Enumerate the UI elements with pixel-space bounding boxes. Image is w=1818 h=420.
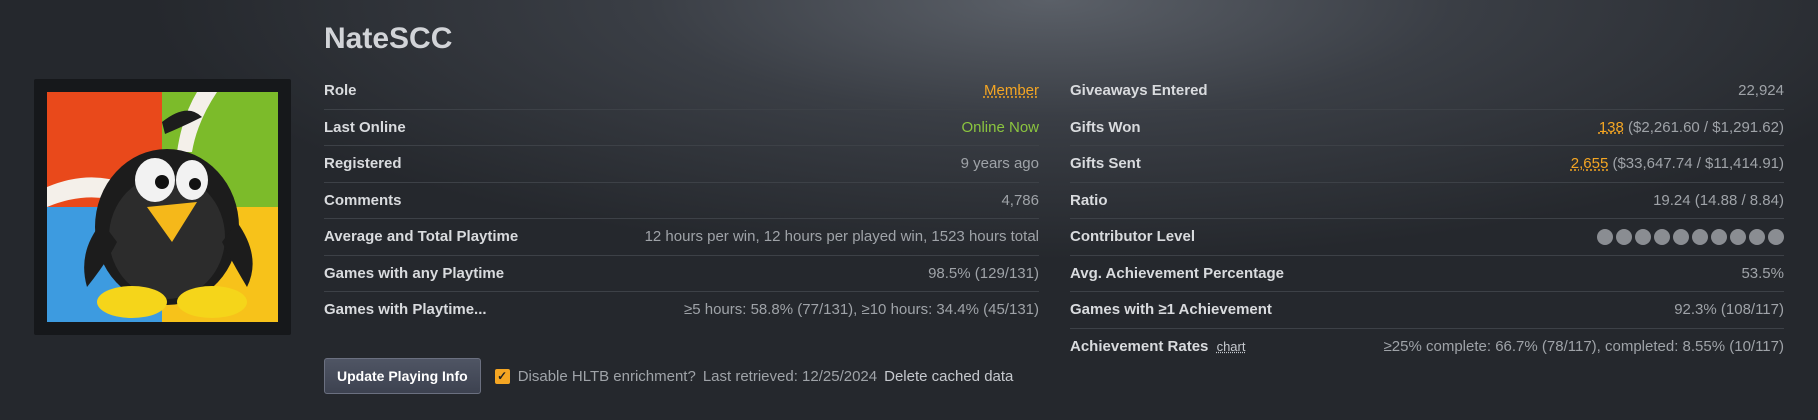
level-dot-icon bbox=[1597, 228, 1613, 245]
update-playing-info-button[interactable]: Update Playing Info bbox=[324, 358, 481, 394]
stat-label: Gifts Sent bbox=[1070, 155, 1141, 173]
stat-row-registered: Registered 9 years ago bbox=[324, 146, 1039, 183]
level-dot-icon bbox=[1749, 228, 1765, 245]
gifts-won-link[interactable]: 138 bbox=[1599, 119, 1624, 136]
stat-value: 9 years ago bbox=[960, 155, 1039, 173]
stat-row-contributor-level: Contributor Level bbox=[1070, 219, 1784, 256]
stat-row-games-with-achievement: Games with ≥1 Achievement 92.3% (108/117… bbox=[1070, 292, 1784, 329]
stat-label: Giveaways Entered bbox=[1070, 82, 1208, 100]
stat-label: Games with ≥1 Achievement bbox=[1070, 301, 1272, 319]
stat-row-comments: Comments 4,786 bbox=[324, 183, 1039, 219]
stat-label-wrap: Achievement Rates chart bbox=[1070, 338, 1245, 355]
stat-value: ≥5 hours: 58.8% (77/131), ≥10 hours: 34.… bbox=[683, 301, 1039, 319]
footer-controls: Update Playing Info ✓ Disable HLTB enric… bbox=[324, 358, 1013, 394]
stat-label: Role bbox=[324, 82, 357, 100]
stat-label: Contributor Level bbox=[1070, 228, 1196, 246]
level-dot-icon bbox=[1654, 228, 1670, 245]
delete-cached-data-link[interactable]: Delete cached data bbox=[884, 368, 1013, 385]
level-dot-icon bbox=[1635, 228, 1651, 245]
stat-row-gifts-won: Gifts Won 138 ($2,261.60 / $1,291.62) bbox=[1070, 110, 1784, 146]
stat-label: Last Online bbox=[324, 118, 406, 136]
stat-row-gifts-sent: Gifts Sent 2,655 ($33,647.74 / $11,414.9… bbox=[1070, 146, 1784, 183]
avatar-frame bbox=[34, 79, 291, 335]
stat-label: Gifts Won bbox=[1070, 118, 1141, 136]
stat-label: Ratio bbox=[1070, 191, 1108, 209]
level-dot-icon bbox=[1768, 228, 1784, 245]
level-dot-icon bbox=[1673, 228, 1689, 245]
stat-value: 92.3% (108/117) bbox=[1674, 301, 1784, 319]
avatar bbox=[47, 92, 278, 322]
stat-value: 22,924 bbox=[1738, 82, 1784, 100]
stat-row-achievement-rates: Achievement Rates chart ≥25% complete: 6… bbox=[1070, 329, 1784, 365]
left-stats: Role Member Last Online Online Now Regis… bbox=[324, 73, 1039, 328]
right-stats: Giveaways Entered 22,924 Gifts Won 138 (… bbox=[1070, 73, 1784, 364]
stat-row-avg-achievement: Avg. Achievement Percentage 53.5% bbox=[1070, 256, 1784, 292]
stat-value: 12 hours per win, 12 hours per played wi… bbox=[644, 228, 1039, 246]
stat-value: 2,655 ($33,647.74 / $11,414.91) bbox=[1571, 155, 1784, 172]
stat-value: 53.5% bbox=[1741, 264, 1784, 282]
chart-link[interactable]: chart bbox=[1217, 339, 1246, 354]
check-icon: ✓ bbox=[497, 369, 508, 383]
level-dot-icon bbox=[1711, 228, 1727, 245]
stat-label: Avg. Achievement Percentage bbox=[1070, 264, 1284, 282]
stat-row-games-with-playtime: Games with Playtime... ≥5 hours: 58.8% (… bbox=[324, 292, 1039, 328]
gifts-sent-link[interactable]: 2,655 bbox=[1571, 155, 1609, 172]
stat-value: ≥25% complete: 66.7% (78/117), completed… bbox=[1383, 337, 1784, 355]
contributor-level-dots bbox=[1597, 228, 1784, 245]
stat-value: 98.5% (129/131) bbox=[928, 264, 1039, 282]
last-retrieved-text: Last retrieved: 12/25/2024 bbox=[702, 367, 878, 385]
stat-value: 19.24 (14.88 / 8.84) bbox=[1653, 191, 1784, 209]
stat-label: Comments bbox=[324, 191, 402, 209]
stat-label: Games with Playtime... bbox=[324, 301, 487, 319]
stat-row-games-any-playtime: Games with any Playtime 98.5% (129/131) bbox=[324, 256, 1039, 292]
stat-row-role: Role Member bbox=[324, 73, 1039, 110]
hltb-checkbox[interactable]: ✓ bbox=[494, 368, 510, 384]
level-dot-icon bbox=[1692, 228, 1708, 245]
stat-row-ratio: Ratio 19.24 (14.88 / 8.84) bbox=[1070, 183, 1784, 219]
stat-label: Achievement Rates bbox=[1070, 337, 1209, 355]
level-dot-icon bbox=[1616, 228, 1632, 245]
stat-value: 4,786 bbox=[1001, 191, 1039, 209]
stat-row-last-online: Last Online Online Now bbox=[324, 110, 1039, 146]
level-dot-icon bbox=[1730, 228, 1746, 245]
gifts-won-detail: ($2,261.60 / $1,291.62) bbox=[1628, 118, 1784, 136]
gifts-sent-detail: ($33,647.74 / $11,414.91) bbox=[1612, 155, 1784, 173]
stat-label: Registered bbox=[324, 155, 402, 173]
username: NateSCC bbox=[324, 22, 453, 55]
stat-label: Average and Total Playtime bbox=[324, 228, 519, 246]
stat-row-playtime: Average and Total Playtime 12 hours per … bbox=[324, 219, 1039, 256]
online-status: Online Now bbox=[961, 118, 1039, 136]
stat-value: 138 ($2,261.60 / $1,291.62) bbox=[1599, 119, 1784, 136]
role-link[interactable]: Member bbox=[984, 82, 1039, 99]
stat-label: Games with any Playtime bbox=[324, 264, 505, 282]
stat-row-giveaways-entered: Giveaways Entered 22,924 bbox=[1070, 73, 1784, 110]
hltb-checkbox-label[interactable]: Disable HLTB enrichment? bbox=[518, 368, 696, 385]
